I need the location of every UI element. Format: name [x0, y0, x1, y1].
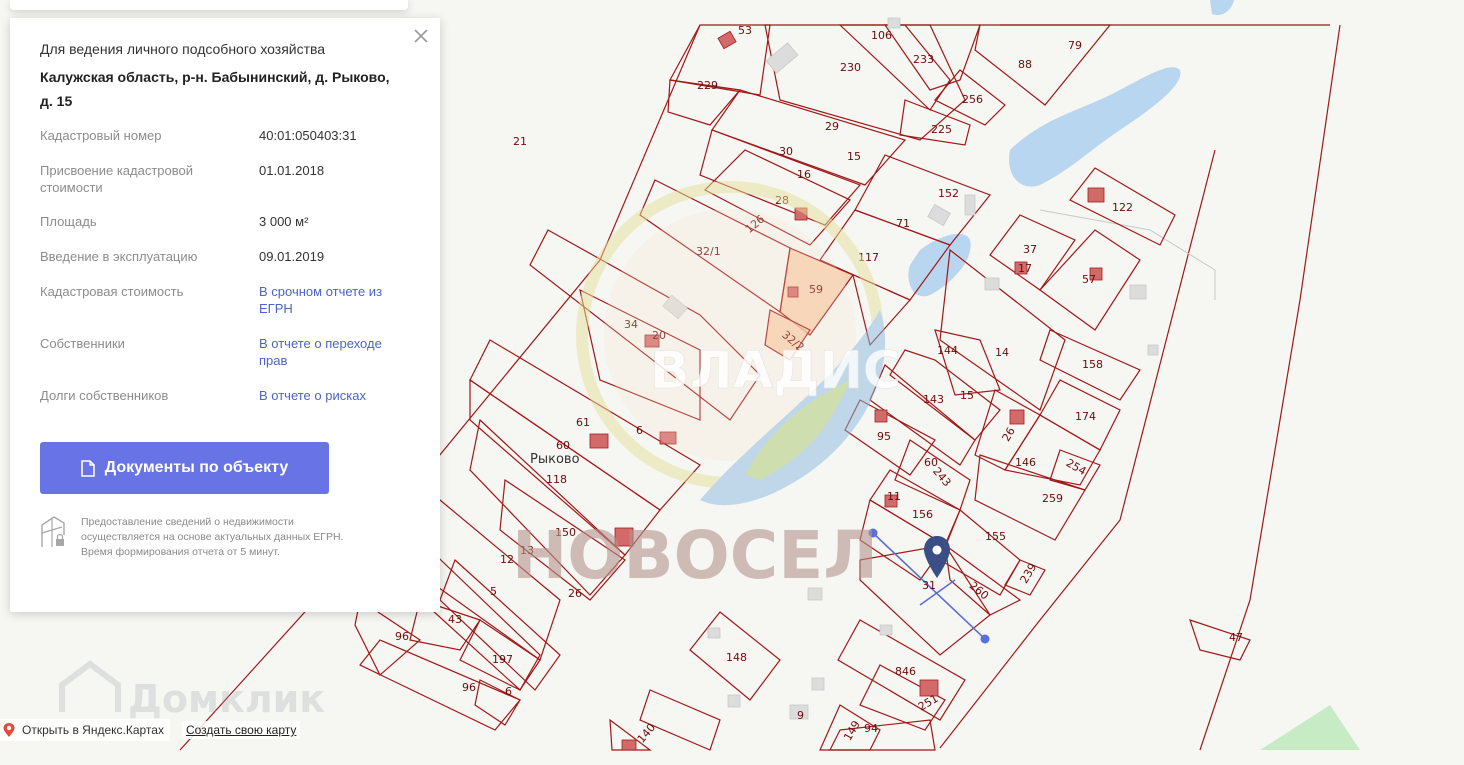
plot-label: 146 — [1015, 456, 1036, 469]
plot-label: 144 — [937, 344, 958, 357]
village-name-label: Рыково — [530, 452, 580, 467]
plot-label: 95 — [877, 430, 891, 443]
novosel-watermark-text: НОВОСЕЛ — [512, 517, 878, 594]
map-footer: Открыть в Яндекс.Картах Создать свою кар… — [0, 718, 301, 742]
vladis-watermark-text: ВЛАДИС — [650, 341, 901, 401]
row-label-cadastral-number: Кадастровый номер — [40, 128, 162, 143]
plot-label: 17 — [1018, 262, 1032, 275]
object-documents-button-label: Документы по объекту — [104, 459, 289, 476]
close-icon[interactable] — [412, 27, 430, 45]
open-in-yandex-maps-link[interactable]: Открыть в Яндекс.Картах — [0, 719, 170, 741]
plot-label: 156 — [912, 508, 933, 521]
plot-label: 53 — [738, 24, 752, 37]
map-pin-icon — [3, 723, 15, 737]
plot-label: 11 — [887, 490, 901, 503]
plot-label: 233 — [913, 53, 934, 66]
plot-label: 225 — [931, 123, 952, 136]
object-info-panel: Для ведения личного подсобного хозяйства… — [10, 18, 440, 612]
egrn-info-note: Предоставление сведений о недвижимости о… — [81, 516, 344, 558]
plot-label: 16 — [797, 168, 811, 181]
plot-label: 96 — [462, 681, 476, 694]
plot-label: 118 — [546, 473, 567, 486]
plot-label: 79 — [1068, 39, 1082, 52]
row-value-valuation-date: 01.01.2018 — [259, 163, 325, 178]
plot-label: 5 — [490, 585, 497, 598]
plot-label: 9 — [797, 709, 804, 722]
top-strip — [10, 0, 408, 10]
create-your-map-link[interactable]: Создать свою карту — [181, 721, 301, 739]
plot-label: 71 — [896, 217, 910, 230]
cadastral-value-report-link[interactable]: В срочном отчете из ЕГРН — [259, 283, 389, 317]
plot-label: 37 — [1023, 243, 1037, 256]
plot-label: 61 — [576, 416, 590, 429]
row-label-owner-debts: Долги собственников — [40, 388, 169, 403]
plot-label: 122 — [1112, 201, 1133, 214]
row-label-valuation-date: Присвоение кадастровой стоимости — [40, 163, 194, 195]
plot-label: 174 — [1075, 410, 1096, 423]
plot-label: 94 — [864, 722, 878, 735]
plot-label: 230 — [840, 61, 861, 74]
plot-label: 155 — [985, 530, 1006, 543]
plot-label: 29 — [825, 120, 839, 133]
object-address: Калужская область, р-н. Бабынинский, д. … — [40, 69, 390, 109]
plot-label: 21 — [513, 135, 527, 148]
plot-label: 57 — [1082, 273, 1096, 286]
plot-label: 88 — [1018, 58, 1032, 71]
open-in-yandex-maps-label: Открыть в Яндекс.Картах — [22, 723, 164, 737]
plot-label: 96 — [395, 630, 409, 643]
building-lock-icon — [41, 516, 65, 547]
row-value-area: 3 000 м² — [259, 214, 309, 229]
row-label-area: Площадь — [40, 214, 97, 229]
plot-label: 30 — [779, 145, 793, 158]
row-value-commissioning: 09.01.2019 — [259, 249, 325, 264]
plot-label: 158 — [1082, 358, 1103, 371]
plot-label: 152 — [938, 187, 959, 200]
row-label-owners: Собственники — [40, 336, 125, 351]
plot-label: 259 — [1042, 492, 1063, 505]
plot-label: 47 — [1229, 631, 1243, 644]
plot-label: 60 — [556, 439, 570, 452]
plot-label: 229 — [697, 79, 718, 92]
object-documents-button[interactable]: Документы по объекту — [40, 442, 329, 494]
plot-label: 6 — [505, 685, 512, 698]
plot-label: 256 — [962, 93, 983, 106]
plot-label: 197 — [492, 653, 513, 666]
land-use-subtitle: Для ведения личного подсобного хозяйства — [40, 41, 326, 57]
plot-label: 31 — [922, 579, 936, 592]
plot-label: 15 — [847, 150, 861, 163]
domclick-watermark-text: Домклик — [128, 677, 325, 721]
risks-report-link[interactable]: В отчете о рисках — [259, 387, 409, 404]
plot-label: 846 — [895, 665, 916, 678]
plot-label: 148 — [726, 651, 747, 664]
plot-label: 15 — [960, 389, 974, 402]
plot-label: 106 — [871, 29, 892, 42]
plot-label: 143 — [923, 393, 944, 406]
plot-label: 43 — [448, 613, 462, 626]
row-label-commissioning: Введение в эксплуатацию — [40, 249, 198, 264]
row-value-cadastral-number: 40:01:050403:31 — [259, 128, 357, 143]
document-icon — [80, 459, 95, 477]
owners-report-link[interactable]: В отчете о переходе прав — [259, 335, 389, 369]
row-label-cadastral-value: Кадастровая стоимость — [40, 284, 184, 299]
plot-label: 6 — [636, 424, 643, 437]
plot-label: 14 — [995, 346, 1009, 359]
